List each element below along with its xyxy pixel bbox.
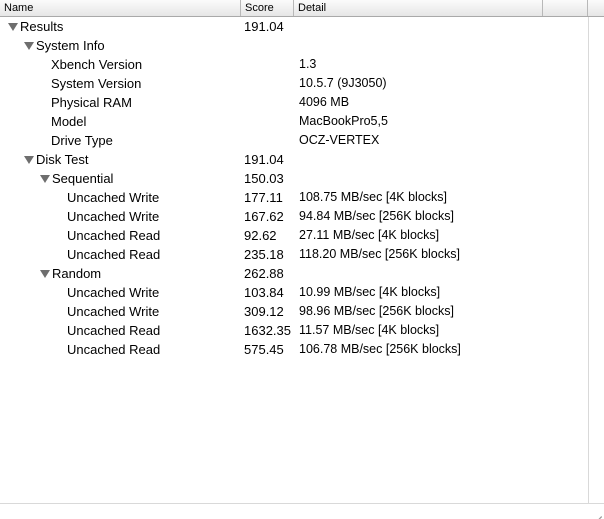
outline-row[interactable]: Uncached Write 167.62 94.84 MB/sec [256K… [0,207,588,226]
resize-grip-icon[interactable] [592,507,602,519]
row-detail: 108.75 MB/sec [4K blocks] [299,190,447,204]
row-score: 167.62 [244,209,284,224]
row-name: Uncached Read [67,228,161,243]
row-score: 92.62 [244,228,277,243]
row-name: System Version [51,76,142,91]
row-name: Results [8,17,63,36]
column-header-detail[interactable]: Detail [294,0,543,16]
row-name: Uncached Write [67,190,160,205]
row-name: Uncached Write [67,285,160,300]
vertical-scrollbar[interactable] [588,17,604,503]
row-score: 103.84 [244,285,284,300]
outline-row-system-info[interactable]: System Info [0,36,588,55]
row-score: 235.18 [244,247,284,262]
row-name: Model [51,114,87,129]
outline-row-disk-test[interactable]: Disk Test 191.04 [0,150,588,169]
outline-row[interactable]: Uncached Write 103.84 10.99 MB/sec [4K b… [0,283,588,302]
horizontal-scrollbar[interactable] [0,503,604,519]
disclosure-triangle-icon[interactable] [24,156,34,164]
row-name: Sequential [40,169,113,188]
results-window: Name Score Detail Results 191.04 System … [0,0,604,519]
disclosure-triangle-icon[interactable] [40,270,50,278]
outline-row-results[interactable]: Results 191.04 [0,17,588,36]
outline-row[interactable]: Uncached Read 1632.35 11.57 MB/sec [4K b… [0,321,588,340]
row-name: Uncached Read [67,342,161,357]
outline-row-sequential[interactable]: Sequential 150.03 [0,169,588,188]
outline-row[interactable]: Uncached Read 92.62 27.11 MB/sec [4K blo… [0,226,588,245]
outline-row[interactable]: Model MacBookPro5,5 [0,112,588,131]
row-name: Xbench Version [51,57,143,72]
outline-row[interactable]: Uncached Read 235.18 118.20 MB/sec [256K… [0,245,588,264]
outline-row[interactable]: Uncached Write 177.11 108.75 MB/sec [4K … [0,188,588,207]
outline-row[interactable]: System Version 10.5.7 (9J3050) [0,74,588,93]
row-detail: 10.99 MB/sec [4K blocks] [299,285,441,299]
column-header-empty [543,0,588,16]
outline-view: Results 191.04 System Info Xbench Versio… [0,17,588,359]
outline-row[interactable]: Uncached Write 309.12 98.96 MB/sec [256K… [0,302,588,321]
row-detail: OCZ-VERTEX [299,133,380,147]
row-detail: MacBookPro5,5 [299,114,388,128]
row-detail: 118.20 MB/sec [256K blocks] [299,247,460,261]
outline-row[interactable]: Uncached Read 575.45 106.78 MB/sec [256K… [0,340,588,359]
row-detail: 11.57 MB/sec [4K blocks] [299,323,440,337]
row-score: 309.12 [244,304,284,319]
outline-row[interactable]: Physical RAM 4096 MB [0,93,588,112]
row-name: Uncached Write [67,209,160,224]
row-name: Physical RAM [51,95,132,110]
row-score: 177.11 [244,190,283,205]
row-detail: 10.5.7 (9J3050) [299,76,387,90]
disclosure-triangle-icon[interactable] [24,42,34,50]
row-name: Drive Type [51,133,113,148]
row-detail: 98.96 MB/sec [256K blocks] [299,304,454,318]
row-detail: 94.84 MB/sec [256K blocks] [299,209,454,223]
row-name: Uncached Write [67,304,160,319]
row-name: Disk Test [24,150,89,169]
outline-row[interactable]: Drive Type OCZ-VERTEX [0,131,588,150]
row-name: System Info [24,36,105,55]
row-detail: 1.3 [299,57,317,71]
column-header: Name Score Detail [0,0,604,17]
column-header-name[interactable]: Name [0,0,241,16]
column-header-score[interactable]: Score [241,0,294,16]
row-score: 191.04 [244,152,284,167]
column-header-corner [588,0,604,16]
row-detail: 106.78 MB/sec [256K blocks] [299,342,461,356]
row-score: 262.88 [244,266,284,281]
disclosure-triangle-icon[interactable] [40,175,50,183]
row-name: Uncached Read [67,247,161,262]
outline-row-random[interactable]: Random 262.88 [0,264,588,283]
row-detail: 27.11 MB/sec [4K blocks] [299,228,440,242]
row-detail: 4096 MB [299,95,350,109]
row-score: 575.45 [244,342,284,357]
disclosure-triangle-icon[interactable] [8,23,18,31]
outline-row[interactable]: Xbench Version 1.3 [0,55,588,74]
row-score: 150.03 [244,171,284,186]
row-score: 191.04 [244,19,284,34]
row-score: 1632.35 [244,323,291,338]
row-name: Random [40,264,101,283]
row-name: Uncached Read [67,323,161,338]
